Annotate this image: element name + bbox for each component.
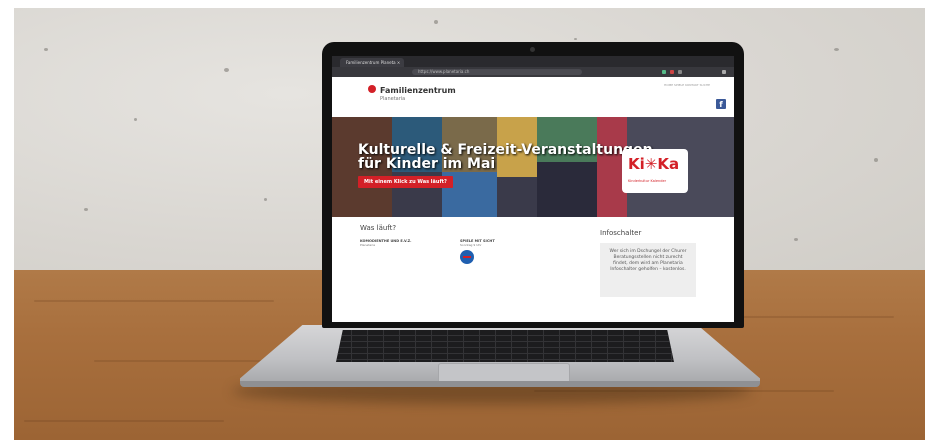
section-title-infoschalter: Infoschalter [600,229,642,237]
extension-icon[interactable] [662,70,666,74]
extension-icon[interactable] [678,70,682,74]
top-links[interactable]: HOME SPIELE KONTAKT SUCHE [664,83,710,87]
address-bar-row: https://www.planetaria.ch [332,67,734,77]
event-item[interactable]: KOMODIENTHE UND E.V.Z. Planetaria [360,239,412,247]
info-box: Wer sich im Dschungel der Churer Beratun… [600,243,696,297]
laptop-keyboard [336,330,674,362]
info-text: Wer sich im Dschungel der Churer Beratun… [609,249,687,272]
hero-cta-button[interactable]: Mit einem Klick zu Was läuft? [358,176,453,188]
kiska-logo[interactable]: Ki✳Ka Kinderkultur Kalender [622,149,688,193]
logo-icon[interactable] [368,85,376,93]
camera-icon [530,47,535,52]
menu-icon[interactable] [722,70,726,74]
facebook-icon[interactable]: f [716,99,726,109]
event-item[interactable]: SPIELE MIT SICHT Sonntag 9 Uhr [460,239,495,247]
laptop-screen: Familienzentrum Planeta × https://www.pl… [322,42,744,328]
hero-banner: Kulturelle & Freizeit-Veranstaltungen fü… [332,117,734,217]
brand-name[interactable]: Familienzentrum [380,86,456,95]
url-input[interactable]: https://www.planetaria.ch [412,69,582,75]
laptop-front-edge [240,381,760,387]
extension-icon[interactable] [670,70,674,74]
content-area: Was läuft? KOMODIENTHE UND E.V.Z. Planet… [332,217,734,322]
section-title-was-laeuft: Was läuft? [360,224,397,232]
brand-subtitle: Planetaria [380,96,406,102]
browser-window: Familienzentrum Planeta × https://www.pl… [332,56,734,322]
hero-title: Kulturelle & Freizeit-Veranstaltungen fü… [358,142,653,172]
tab-bar: Familienzentrum Planeta × [332,56,734,67]
browser-tab[interactable]: Familienzentrum Planeta × [340,58,404,67]
no-skateboard-icon [460,250,474,264]
site-header: Familienzentrum Planetaria HOME SPIELE K… [332,77,734,136]
